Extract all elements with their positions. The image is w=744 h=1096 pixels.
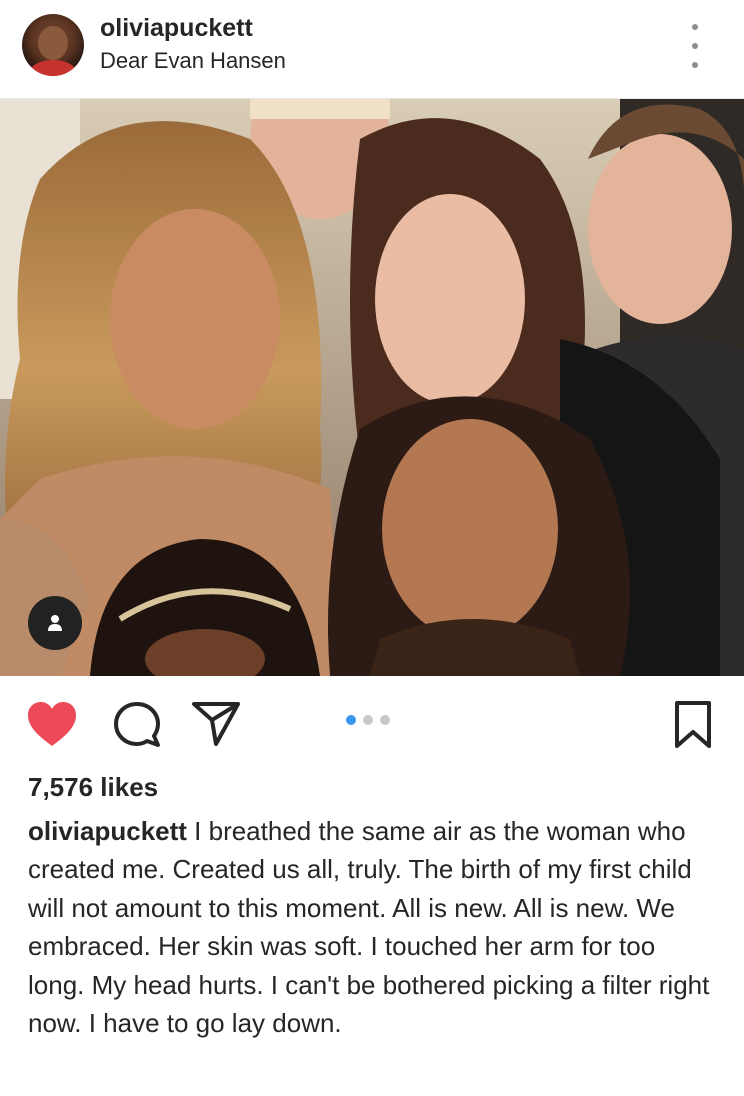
caption-username[interactable]: oliviapuckett bbox=[28, 816, 187, 846]
more-dot bbox=[692, 62, 698, 68]
comment-icon[interactable] bbox=[112, 700, 162, 750]
carousel-indicator bbox=[346, 715, 390, 725]
avatar[interactable] bbox=[22, 14, 84, 76]
user-tag-icon[interactable] bbox=[28, 596, 82, 650]
post-caption: oliviapuckett I breathed the same air as… bbox=[28, 812, 718, 1042]
post-photo[interactable] bbox=[0, 99, 744, 676]
carousel-dot bbox=[363, 715, 373, 725]
post-header: oliviapuckett Dear Evan Hansen bbox=[0, 0, 744, 99]
post-actions-bar bbox=[0, 690, 744, 760]
group-photo-illustration bbox=[0, 99, 744, 676]
share-icon[interactable] bbox=[190, 700, 242, 748]
caption-text: I breathed the same air as the woman who… bbox=[28, 816, 710, 1039]
like-count[interactable]: 7,576 likes bbox=[28, 772, 158, 803]
carousel-dot-active bbox=[346, 715, 356, 725]
heart-icon[interactable] bbox=[26, 700, 78, 748]
bookmark-icon[interactable] bbox=[672, 700, 714, 750]
carousel-dot bbox=[380, 715, 390, 725]
post-location[interactable]: Dear Evan Hansen bbox=[100, 48, 286, 74]
more-options-icon[interactable] bbox=[682, 24, 708, 68]
avatar-shirt bbox=[30, 60, 76, 76]
more-dot bbox=[692, 43, 698, 49]
more-dot bbox=[692, 24, 698, 30]
avatar-face bbox=[38, 26, 68, 60]
post-username[interactable]: oliviapuckett bbox=[100, 14, 253, 43]
